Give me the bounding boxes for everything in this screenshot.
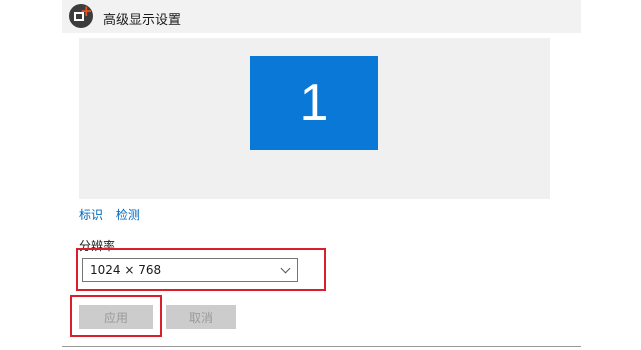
monitor-tile-1[interactable]: 1 xyxy=(250,56,378,150)
resolution-value: 1024 × 768 xyxy=(90,263,162,277)
resolution-label: 分辨率 xyxy=(79,239,116,253)
apply-button[interactable]: 应用 xyxy=(79,305,153,329)
plus-glyph: + xyxy=(80,2,93,20)
detect-link[interactable]: 检测 xyxy=(116,208,140,222)
display-preview-area: 1 xyxy=(79,38,550,199)
advanced-display-settings-window: + 高级显示设置 1 标识 检测 分辨率 1024 × 768 应用 取消 xyxy=(62,0,581,350)
monitor-number: 1 xyxy=(299,74,329,132)
cancel-button[interactable]: 取消 xyxy=(166,305,236,329)
identify-link[interactable]: 标识 xyxy=(79,208,103,222)
title-bar: + 高级显示设置 xyxy=(62,0,581,33)
link-row: 标识 检测 xyxy=(79,206,149,223)
resolution-dropdown[interactable]: 1024 × 768 xyxy=(82,258,298,282)
window-title: 高级显示设置 xyxy=(103,13,182,28)
window-bottom-border xyxy=(62,346,581,347)
chevron-down-icon xyxy=(280,263,291,274)
display-settings-icon: + xyxy=(69,4,93,28)
